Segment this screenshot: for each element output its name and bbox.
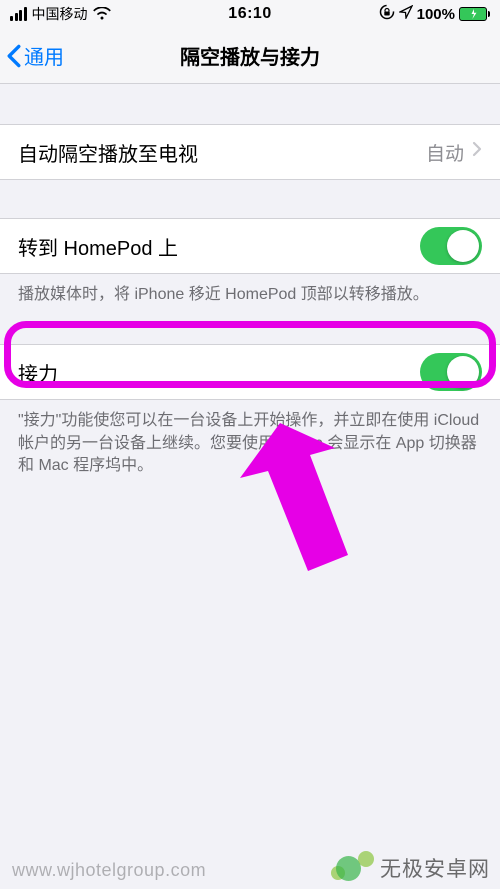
- nav-header: 通用 隔空播放与接力: [0, 28, 500, 84]
- status-right: 100%: [379, 4, 490, 24]
- back-button[interactable]: 通用: [6, 41, 64, 70]
- row-label: 自动隔空播放至电视: [18, 138, 198, 167]
- cellular-signal-icon: [10, 7, 27, 21]
- battery-percent: 100%: [417, 6, 455, 23]
- battery-icon: [459, 7, 490, 21]
- row-label: 接力: [18, 358, 58, 387]
- status-time: 16:10: [228, 5, 271, 23]
- back-label: 通用: [24, 41, 64, 70]
- toggle-knob: [447, 230, 479, 262]
- row-homepod[interactable]: 转到 HomePod 上: [0, 218, 500, 274]
- row-value: 自动: [426, 139, 464, 166]
- watermark-brand: 无极安卓网: [331, 853, 490, 883]
- settings-group-airplay: 自动隔空播放至电视 自动: [0, 124, 500, 180]
- footer-homepod: 播放媒体时，将 iPhone 移近 HomePod 顶部以转移播放。: [0, 274, 500, 306]
- orientation-lock-icon: [379, 4, 395, 24]
- chevron-left-icon: [6, 44, 22, 68]
- watermark-url: www.wjhotelgroup.com: [12, 860, 206, 881]
- watermark-brand-text: 无极安卓网: [380, 853, 490, 883]
- status-bar: 中国移动 16:10 100%: [0, 0, 500, 28]
- carrier-label: 中国移动: [32, 4, 88, 24]
- toggle-knob: [447, 356, 479, 388]
- watermark-logo-icon: [331, 856, 374, 881]
- page-title: 隔空播放与接力: [180, 41, 320, 70]
- row-airplay-tv[interactable]: 自动隔空播放至电视 自动: [0, 124, 500, 180]
- toggle-homepod[interactable]: [420, 227, 482, 265]
- footer-handoff: "接力"功能使您可以在一台设备上开始操作，并立即在使用 iCloud 帐户的另一…: [0, 400, 500, 477]
- wifi-icon: [93, 7, 111, 21]
- settings-group-homepod: 转到 HomePod 上 播放媒体时，将 iPhone 移近 HomePod 顶…: [0, 218, 500, 306]
- settings-group-handoff: 接力 "接力"功能使您可以在一台设备上开始操作，并立即在使用 iCloud 帐户…: [0, 344, 500, 477]
- toggle-handoff[interactable]: [420, 353, 482, 391]
- row-label: 转到 HomePod 上: [18, 232, 178, 261]
- chevron-right-icon: [472, 141, 482, 163]
- row-value-container: 自动: [426, 139, 482, 166]
- row-handoff[interactable]: 接力: [0, 344, 500, 400]
- status-left: 中国移动: [10, 4, 111, 24]
- location-icon: [399, 5, 413, 23]
